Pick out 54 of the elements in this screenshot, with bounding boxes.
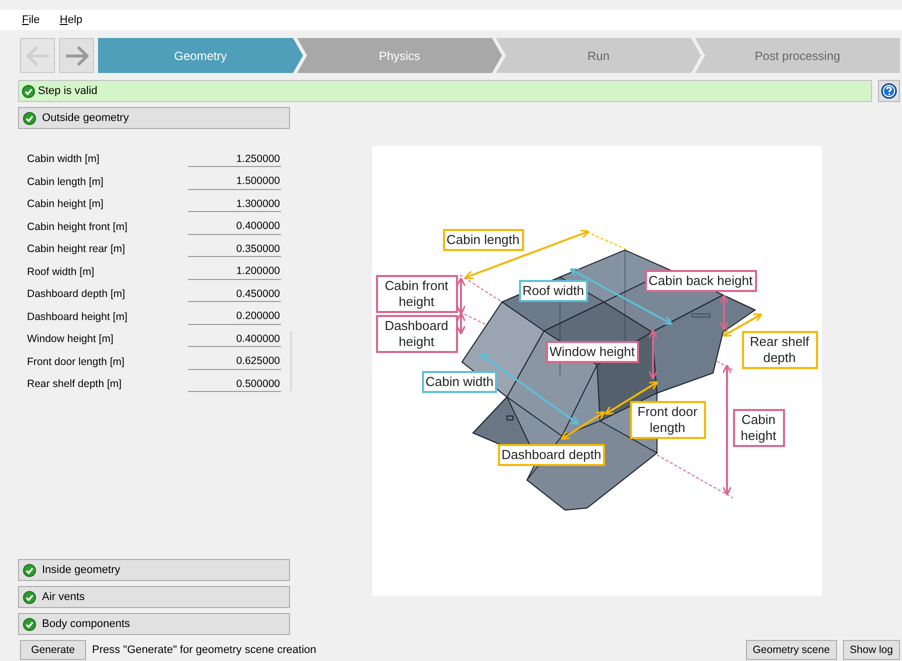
arrow-right-icon: [64, 44, 90, 66]
parameter-label: Cabin width [m]: [27, 153, 100, 166]
value-field[interactable]: 0.400000: [188, 218, 281, 235]
forward-button[interactable]: [59, 38, 94, 73]
dimension-label: Rear shelf depth: [742, 331, 818, 369]
parameter-label: Dashboard height [m]: [27, 310, 128, 323]
dimension-label: Cabin width: [422, 371, 498, 393]
value-field[interactable]: 0.500000: [188, 376, 281, 392]
value-field[interactable]: 0.200000: [188, 308, 281, 325]
leader-line: [586, 232, 628, 250]
help-icon: [881, 83, 897, 99]
hint-text: Press "Generate" for geometry scene creation: [92, 644, 316, 656]
parameter-label: Rear shelf depth [m]: [27, 378, 123, 390]
dimension-label: Window height: [546, 341, 639, 363]
section-header[interactable]: Air vents: [18, 586, 290, 608]
section-header[interactable]: Body components: [18, 613, 290, 635]
dimension-label: Cabin front height: [376, 275, 458, 313]
wizard-step[interactable]: Post processing: [695, 38, 900, 73]
parameter-label: Front door length [m]: [27, 356, 126, 368]
dimension-label: Dashboard height: [376, 315, 458, 353]
value-field[interactable]: 0.450000: [188, 286, 281, 302]
parameter-label: Cabin height front [m]: [27, 220, 128, 233]
section-header[interactable]: Outside geometry: [18, 107, 290, 129]
dimension-label: Cabin height: [732, 409, 784, 447]
menu-item[interactable]: File: [12, 14, 50, 26]
wizard-step[interactable]: Run: [496, 38, 701, 73]
parameter-label: Cabin length [m]: [27, 176, 104, 188]
value-field[interactable]: 1.300000: [188, 196, 281, 212]
check-icon: [22, 84, 35, 98]
dimension-label: Cabin length: [442, 229, 524, 251]
parameter-label: Cabin height rear [m]: [27, 243, 126, 256]
parameter-label: Cabin height [m]: [27, 198, 104, 210]
generate-button[interactable]: Generate: [20, 640, 86, 660]
value-field[interactable]: 1.200000: [188, 264, 281, 280]
help-button[interactable]: [878, 80, 900, 102]
parameter-label: Roof width [m]: [27, 266, 96, 278]
footer-button[interactable]: Show log: [842, 640, 900, 660]
dimension-label: Front door length: [630, 401, 706, 439]
parameter-label: Window height [m]: [27, 333, 114, 346]
menu-item[interactable]: Help: [50, 14, 92, 26]
status-text: Step is valid: [38, 85, 98, 97]
value-field[interactable]: 1.250000: [188, 151, 281, 168]
dimension-label: Roof width: [518, 280, 588, 302]
section-header[interactable]: Inside geometry: [18, 559, 290, 581]
dimension-label: Dashboard depth: [498, 444, 606, 466]
value-field[interactable]: 0.350000: [188, 241, 281, 258]
footer-button[interactable]: Geometry scene: [746, 640, 837, 660]
parameter-label: Dashboard depth [m]: [27, 288, 126, 300]
value-field[interactable]: 0.400000: [188, 331, 281, 348]
leader-line: [459, 274, 502, 302]
value-field[interactable]: 0.625000: [188, 354, 281, 370]
splitter-handle[interactable]: [290, 332, 292, 392]
value-field[interactable]: 1.500000: [188, 174, 281, 190]
dimension-label: Cabin back height: [644, 270, 757, 292]
